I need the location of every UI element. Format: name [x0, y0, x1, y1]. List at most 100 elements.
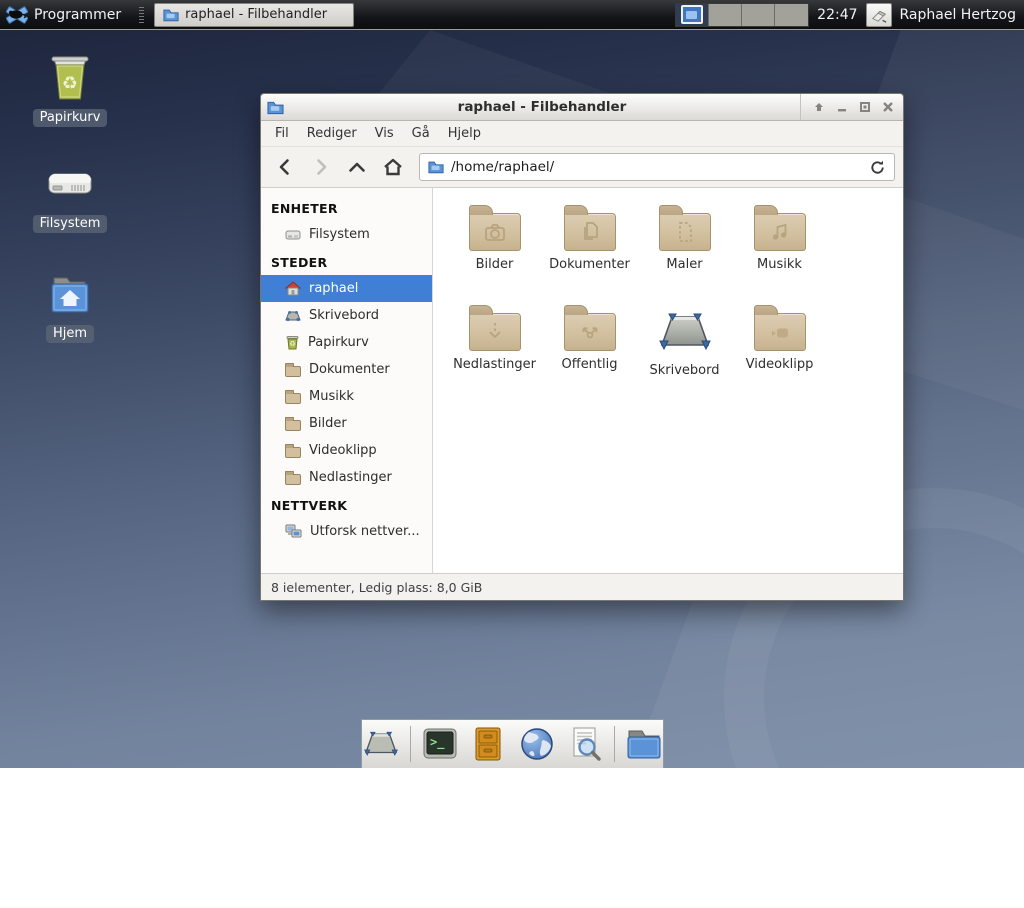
- sidebar-item-pictures[interactable]: Bilder: [261, 410, 432, 437]
- workspace-3[interactable]: [742, 4, 775, 26]
- file-item-music[interactable]: Musikk: [732, 202, 827, 302]
- folder-icon: [285, 420, 301, 431]
- sidebar-item-home[interactable]: raphael: [261, 275, 432, 302]
- minimize-icon: [836, 101, 848, 113]
- home-icon: [285, 281, 301, 296]
- panel-action-button[interactable]: [866, 3, 892, 27]
- dock-separator: [614, 726, 615, 762]
- sidebar-item-label: Videoklipp: [309, 443, 377, 458]
- sidebar-item-downloads[interactable]: Nedlastinger: [261, 464, 432, 491]
- file-list[interactable]: Bilder Dokumenter: [433, 188, 903, 573]
- file-manager-button[interactable]: [625, 724, 663, 764]
- file-cabinet-button[interactable]: [469, 724, 507, 764]
- location-bar[interactable]: /home/raphael/: [419, 153, 895, 181]
- sidebar-item-browse-network[interactable]: Utforsk nettver...: [261, 518, 432, 545]
- workspace-4[interactable]: [775, 4, 808, 26]
- back-button[interactable]: [269, 152, 301, 182]
- sidebar-item-label: Dokumenter: [309, 362, 390, 377]
- folder-icon: [285, 393, 301, 404]
- sidebar-item-documents[interactable]: Dokumenter: [261, 356, 432, 383]
- menu-view[interactable]: Vis: [367, 123, 402, 144]
- window-titlebar[interactable]: raphael - Filbehandler: [261, 94, 903, 121]
- applications-menu-button[interactable]: Programmer: [4, 2, 127, 28]
- window-title: raphael - Filbehandler: [284, 99, 800, 115]
- file-label: Videoklipp: [746, 357, 814, 372]
- folder-icon: [285, 474, 301, 485]
- file-label: Musikk: [757, 257, 802, 272]
- network-icon: [285, 524, 302, 539]
- reload-icon[interactable]: [869, 159, 886, 176]
- forward-button[interactable]: [305, 152, 337, 182]
- sidebar-header-network: NETTVERK: [261, 491, 432, 518]
- document-search-button[interactable]: [566, 724, 604, 764]
- svg-text:♻: ♻: [62, 73, 78, 94]
- svg-text:♻: ♻: [289, 340, 295, 348]
- folder-icon: [285, 447, 301, 458]
- desktop-icon-label: Papirkurv: [33, 109, 108, 127]
- workspace-1[interactable]: [676, 4, 709, 26]
- file-manager-icon: [163, 8, 179, 22]
- file-item-pictures[interactable]: Bilder: [447, 202, 542, 302]
- sidebar-item-trash[interactable]: ♻ Papirkurv: [261, 329, 432, 356]
- show-desktop-button[interactable]: [362, 724, 400, 764]
- desktop-icon-home[interactable]: Hjem: [15, 270, 125, 343]
- sidebar-item-label: Nedlastinger: [309, 470, 392, 485]
- taskbar-window-button[interactable]: raphael - Filbehandler: [154, 3, 354, 27]
- back-arrow-icon: [275, 157, 295, 177]
- menu-help[interactable]: Hjelp: [440, 123, 489, 144]
- trash-icon: ♻: [285, 335, 300, 350]
- folder-icon: [428, 160, 444, 174]
- taskbar-window-label: raphael - Filbehandler: [185, 7, 327, 22]
- shade-button[interactable]: [809, 98, 828, 117]
- emblem-video-icon: [767, 319, 793, 345]
- file-item-documents[interactable]: Dokumenter: [542, 202, 637, 302]
- close-button[interactable]: [878, 98, 897, 117]
- status-bar: 8 ielementer, Ledig plass: 8,0 GiB: [261, 574, 903, 600]
- terminal-button[interactable]: >_: [421, 724, 459, 764]
- forward-arrow-icon: [311, 157, 331, 177]
- sidebar-item-label: raphael: [309, 281, 358, 296]
- desktop-icon-filesystem[interactable]: Filsystem: [15, 160, 125, 233]
- sidebar: ENHETER Filsystem STEDER: [261, 188, 433, 573]
- up-button[interactable]: [341, 152, 373, 182]
- sidebar-item-music[interactable]: Musikk: [261, 383, 432, 410]
- workspace-2[interactable]: [709, 4, 742, 26]
- maximize-icon: [859, 101, 871, 113]
- minimize-button[interactable]: [832, 98, 851, 117]
- up-arrow-icon: [347, 157, 367, 177]
- file-item-public[interactable]: Offentlig: [542, 302, 637, 402]
- desktop-background: Programmer raphael - Filbehandler 22:47: [0, 0, 1024, 768]
- file-item-templates[interactable]: Maler: [637, 202, 732, 302]
- eraser-icon: [870, 7, 888, 23]
- file-item-downloads[interactable]: Nedlastinger: [447, 302, 542, 402]
- file-manager-window: raphael - Filbehandler: [260, 93, 904, 601]
- sidebar-item-filesystem[interactable]: Filsystem: [261, 221, 432, 248]
- sidebar-item-label: Filsystem: [309, 227, 370, 242]
- maximize-button[interactable]: [855, 98, 874, 117]
- sidebar-item-label: Papirkurv: [308, 335, 369, 350]
- desktop-icon-label: Filsystem: [33, 215, 108, 233]
- menu-go[interactable]: Gå: [404, 123, 438, 144]
- sidebar-item-desktop[interactable]: Skrivebord: [261, 302, 432, 329]
- window-icon: [267, 100, 284, 115]
- menu-file[interactable]: Fil: [267, 123, 297, 144]
- clock: 22:47: [817, 7, 857, 23]
- current-path[interactable]: /home/raphael/: [451, 159, 862, 175]
- globe-icon: [519, 726, 555, 762]
- home-button[interactable]: [377, 152, 409, 182]
- file-item-desktop[interactable]: Skrivebord: [637, 302, 732, 402]
- workspace-switcher[interactable]: [675, 3, 809, 27]
- top-panel: Programmer raphael - Filbehandler 22:47: [0, 0, 1024, 30]
- file-label: Bilder: [476, 257, 514, 272]
- sidebar-item-label: Bilder: [309, 416, 347, 431]
- file-label: Offentlig: [562, 357, 618, 372]
- sidebar-header-places: STEDER: [261, 248, 432, 275]
- desktop-icon-trash[interactable]: ♻ Papirkurv: [15, 52, 125, 127]
- drive-icon: [285, 228, 301, 242]
- file-item-videos[interactable]: Videoklipp: [732, 302, 827, 402]
- folder-icon: [754, 313, 806, 351]
- web-browser-button[interactable]: [518, 724, 556, 764]
- folder-icon: [469, 213, 521, 251]
- sidebar-item-videos[interactable]: Videoklipp: [261, 437, 432, 464]
- menu-edit[interactable]: Rediger: [299, 123, 365, 144]
